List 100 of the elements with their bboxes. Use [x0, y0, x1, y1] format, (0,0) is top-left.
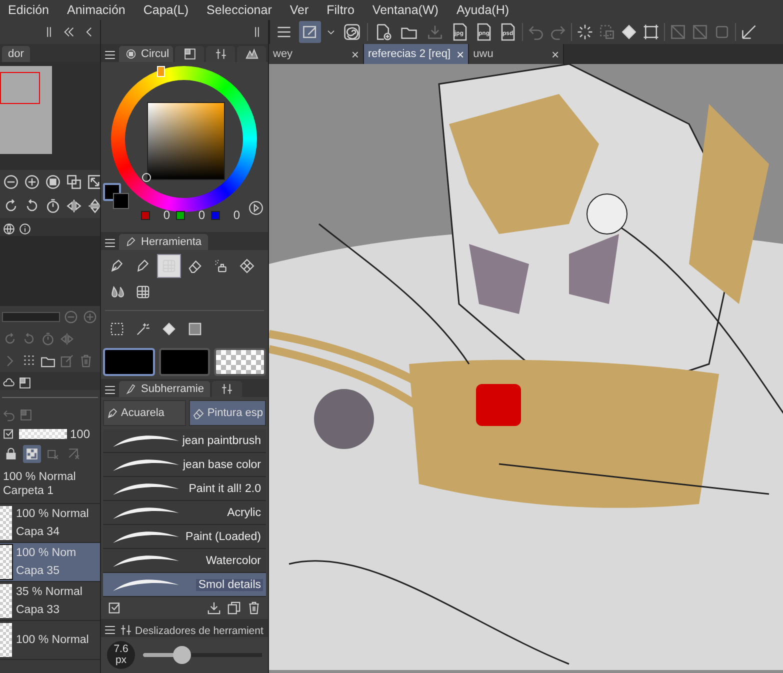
menu-icon[interactable]	[103, 236, 117, 250]
brush-item[interactable]: Paint it all! 2.0	[103, 477, 266, 501]
mountains-icon[interactable]	[244, 47, 259, 61]
transform-icon[interactable]	[642, 23, 660, 41]
menu-icon[interactable]	[103, 48, 117, 62]
brush-icon	[125, 383, 137, 395]
globe-icon[interactable]	[2, 222, 16, 236]
selection-icon[interactable]	[109, 321, 125, 337]
close-icon[interactable]: ×	[456, 46, 464, 62]
layer-name: Carpeta 1	[3, 485, 55, 497]
layer-row[interactable]: 100 % Normal	[0, 621, 100, 660]
document-tab[interactable]: wey ×	[269, 44, 364, 64]
pen-icon	[109, 258, 125, 274]
dotted-selection-icon[interactable]	[598, 23, 616, 41]
document-tab[interactable]: referecias 2 [req] ×	[364, 44, 470, 64]
brush-item[interactable]: Smol details	[103, 573, 266, 597]
subtool-group-tab[interactable]: Pintura esp	[189, 400, 266, 426]
channel-value: 0	[232, 208, 240, 222]
flip-vertical-icon[interactable]	[86, 197, 100, 215]
menu-icon[interactable]	[103, 383, 117, 397]
panel-tab[interactable]: Subherramie	[119, 381, 210, 397]
copy-icon[interactable]	[226, 600, 242, 616]
channel-swatch	[141, 210, 150, 220]
pencil-icon	[135, 258, 151, 274]
zoom-in-icon[interactable]	[23, 173, 41, 191]
play-icon[interactable]	[248, 200, 264, 216]
lock-icon[interactable]	[4, 447, 18, 461]
layer-row[interactable]: 35 % Normal Capa 33	[0, 582, 100, 621]
timer-icon[interactable]	[44, 197, 62, 215]
menu-item[interactable]: Edición	[0, 3, 58, 17]
menu-item[interactable]: Seleccionar	[198, 3, 281, 17]
grid-icon	[135, 284, 151, 300]
channel-swatch	[211, 210, 220, 220]
new-file-icon[interactable]	[374, 23, 392, 41]
magic-wand-icon[interactable]	[135, 321, 151, 337]
layer-row[interactable]: 100 % Nom Capa 35	[0, 543, 100, 582]
sliders-icon[interactable]	[220, 382, 234, 396]
layer-thumbnail	[0, 623, 12, 657]
color-swatch[interactable]	[103, 348, 155, 376]
color-square[interactable]	[147, 102, 225, 180]
opacity-value[interactable]: 100	[70, 427, 90, 441]
input-field[interactable]	[2, 312, 60, 322]
slider-thumb[interactable]	[173, 646, 192, 664]
zoom-out-icon[interactable]	[2, 173, 20, 191]
panel-title: Deslizadores de herramient	[135, 625, 264, 637]
overlap-icon[interactable]	[65, 173, 83, 191]
pen-icon	[106, 406, 119, 420]
color-swatch[interactable]	[214, 348, 266, 376]
menu-item[interactable]: Ayuda(H)	[447, 3, 518, 17]
info-icon[interactable]	[18, 222, 32, 236]
layer-blend-mode: 100 % Normal	[16, 508, 89, 520]
layer-thumbnail	[0, 584, 12, 618]
download-icon[interactable]	[206, 600, 222, 616]
selection-icon[interactable]	[301, 23, 319, 41]
layer-name: Capa 33	[16, 604, 60, 616]
brush-item[interactable]: Paint (Loaded)	[103, 525, 266, 549]
menu-item[interactable]: Capa(L)	[134, 3, 198, 17]
alpha-lock-icon[interactable]	[25, 447, 39, 461]
spinner-icon[interactable]	[576, 23, 594, 41]
sliders-icon[interactable]	[214, 47, 228, 61]
color-cursor[interactable]	[142, 173, 151, 182]
layer-blend-mode: 100 % Normal	[3, 471, 76, 483]
double-chevron-left-icon[interactable]	[62, 25, 76, 39]
close-icon[interactable]: ×	[552, 46, 560, 62]
color-circle-icon	[125, 48, 137, 60]
subtool-group-tab[interactable]: Acuarela	[103, 400, 186, 426]
panel-tab[interactable]: dor	[2, 46, 30, 62]
diamond-pattern-icon	[239, 258, 255, 274]
brush-item[interactable]: Acrylic	[103, 501, 266, 525]
flip-horizontal-icon[interactable]	[65, 197, 83, 215]
panel-tab[interactable]: Circul	[119, 46, 172, 62]
check-icon[interactable]	[2, 427, 16, 441]
expand-icon[interactable]	[86, 173, 100, 191]
brush-size-badge: 7.6 px	[107, 641, 135, 669]
color-swatch[interactable]	[158, 348, 210, 376]
layer-row[interactable]: 100 % Normal Carpeta 1	[0, 465, 100, 504]
close-icon[interactable]: ×	[351, 46, 359, 62]
document-tab[interactable]: uwu ×	[469, 44, 564, 64]
brush-item[interactable]: Watercolor	[103, 549, 266, 573]
sliders-icon	[119, 623, 133, 637]
menu-item[interactable]: Ver	[280, 3, 318, 17]
hue-handle[interactable]	[157, 66, 165, 77]
layer-blend-mode: 100 % Normal	[16, 634, 89, 646]
menu-item[interactable]: Filtro	[318, 3, 364, 17]
layer-blend-mode: 100 % Nom	[16, 547, 76, 559]
fit-icon[interactable]	[44, 173, 62, 191]
channel-value: 0	[197, 208, 205, 222]
brush-item[interactable]: jean base color	[103, 453, 266, 477]
trash-icon[interactable]	[246, 600, 262, 616]
menu-item[interactable]: Animación	[58, 3, 134, 17]
spiral-icon[interactable]	[343, 23, 361, 41]
sub-color-swatch[interactable]	[113, 193, 129, 209]
layer-thumbnail	[0, 506, 12, 540]
panel-tab[interactable]: Herramienta	[119, 234, 208, 250]
brush-item[interactable]: jean paintbrush	[103, 429, 266, 453]
channel-value: 0	[162, 208, 170, 222]
airbrush-icon	[213, 258, 229, 274]
menu-item[interactable]: Ventana(W)	[363, 3, 448, 17]
menu-icon[interactable]	[103, 623, 117, 637]
layer-thumbnail	[0, 545, 12, 579]
